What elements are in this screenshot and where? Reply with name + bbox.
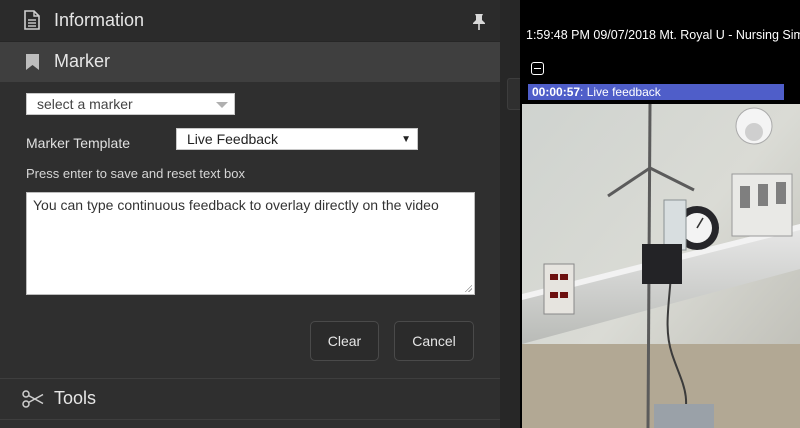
clear-button[interactable]: Clear xyxy=(310,321,379,361)
side-panel: Information Marker select a marker Marke… xyxy=(0,0,500,428)
marker-template-select[interactable]: Live Feedback ▼ xyxy=(176,128,418,150)
tools-title: Tools xyxy=(54,388,97,408)
overlay-text: : Live feedback xyxy=(580,85,661,99)
video-frame xyxy=(522,104,800,428)
bookmark-icon xyxy=(26,54,39,70)
information-title: Information xyxy=(54,10,145,30)
information-header[interactable]: Information xyxy=(0,0,500,42)
document-icon xyxy=(24,10,40,30)
marker-template-value: Live Feedback xyxy=(187,131,279,147)
pin-icon[interactable] xyxy=(472,13,486,31)
overlay-time: 00:00:57 xyxy=(532,85,581,99)
marker-header[interactable]: Marker xyxy=(0,42,500,82)
divider xyxy=(0,419,500,420)
resize-handle-icon[interactable] xyxy=(464,284,472,292)
marker-title: Marker xyxy=(54,51,111,71)
minimize-icon[interactable] xyxy=(531,62,544,75)
cancel-button[interactable]: Cancel xyxy=(394,321,474,361)
chevron-down-icon xyxy=(216,102,228,108)
feedback-overlay: 00:00:57: Live feedback xyxy=(528,84,784,100)
marker-select-value: select a marker xyxy=(37,96,133,112)
marker-template-label: Marker Template xyxy=(26,135,131,151)
video-player[interactable]: 1:59:48 PM 09/07/2018 Mt. Royal U - Nurs… xyxy=(520,0,800,428)
caret-down-icon: ▼ xyxy=(401,134,411,145)
video-timestamp: 1:59:48 PM 09/07/2018 Mt. Royal U - Nurs… xyxy=(526,28,800,42)
collapse-tab[interactable] xyxy=(507,78,520,110)
panel-gutter xyxy=(500,0,520,428)
feedback-text: You can type continuous feedback to over… xyxy=(33,197,439,213)
feedback-textarea[interactable]: You can type continuous feedback to over… xyxy=(26,192,475,295)
marker-select[interactable]: select a marker xyxy=(26,93,235,115)
scissors-icon xyxy=(22,390,44,408)
tools-header[interactable]: Tools xyxy=(0,379,500,419)
enter-hint: Press enter to save and reset text box xyxy=(26,166,245,181)
